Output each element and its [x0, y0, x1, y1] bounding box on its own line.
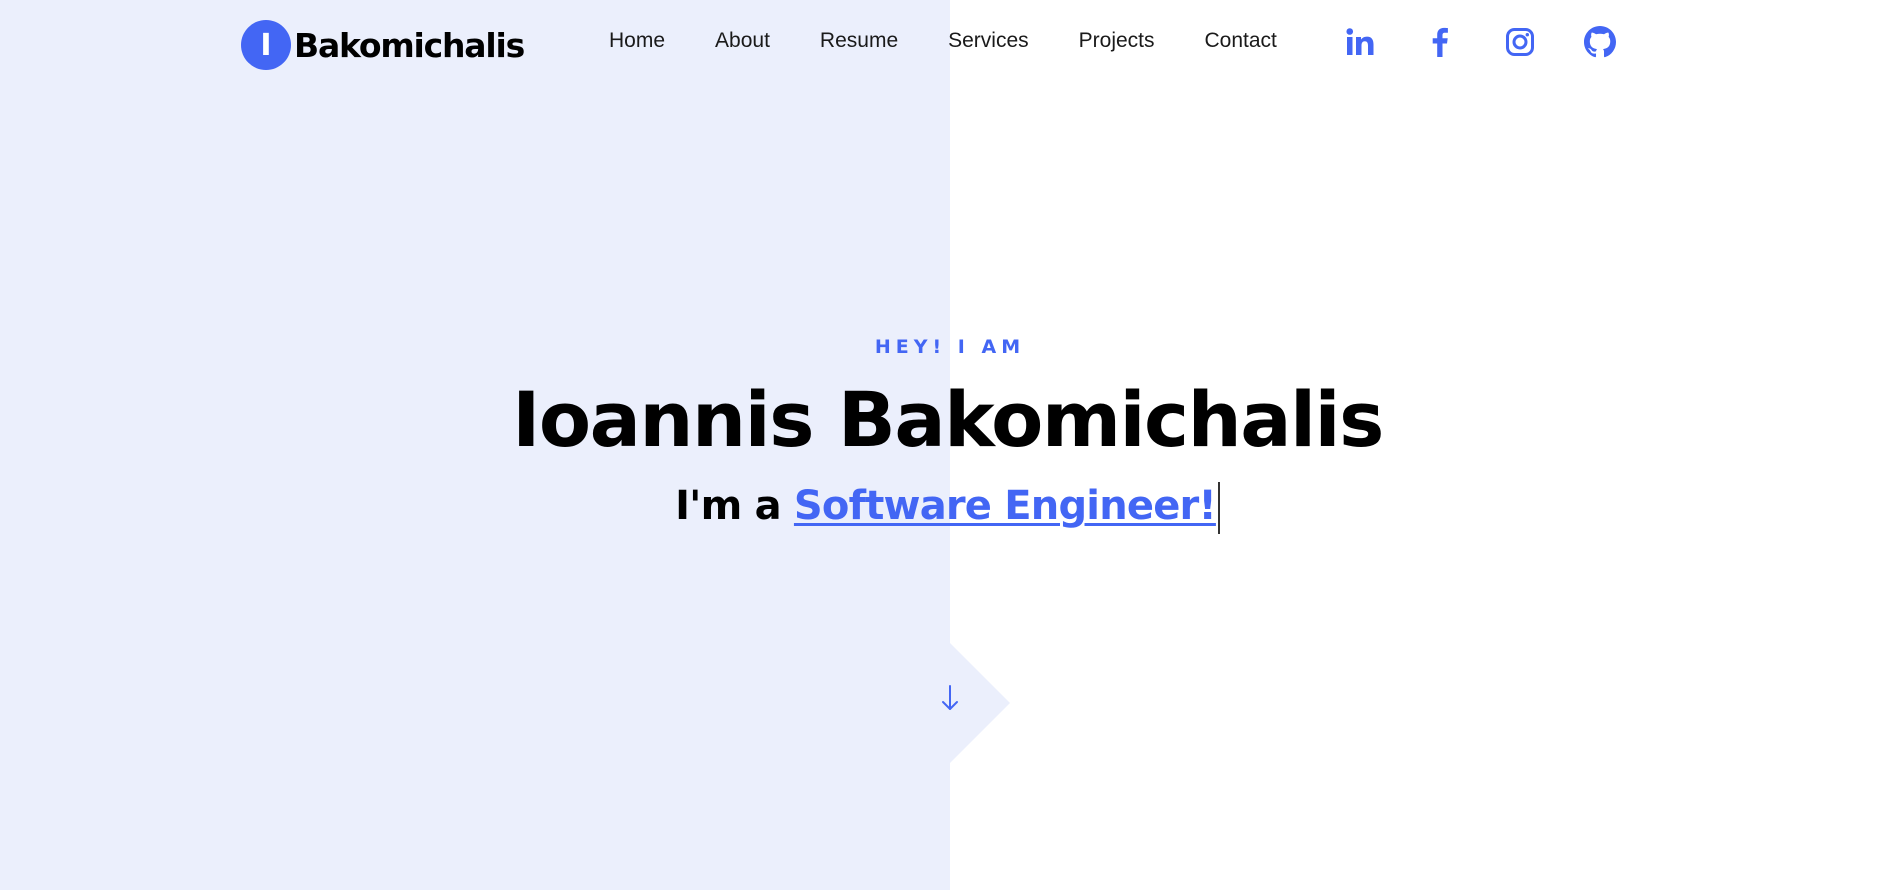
- nav-item-projects[interactable]: Projects: [1079, 26, 1155, 56]
- scroll-down-button[interactable]: [935, 680, 965, 716]
- facebook-link[interactable]: [1420, 22, 1460, 62]
- hero-tagline: I'm a Software Engineer!: [0, 478, 1895, 534]
- tagline-prefix: I'm a: [675, 483, 794, 529]
- instagram-link[interactable]: [1500, 22, 1540, 62]
- main-nav: Home About Resume Services Projects Cont…: [609, 26, 1277, 56]
- nav-item-resume[interactable]: Resume: [820, 26, 898, 56]
- nav-item-home[interactable]: Home: [609, 26, 665, 56]
- site-header: I Bakomichalis Home About Resume Service…: [0, 0, 1895, 84]
- social-links: [1340, 22, 1660, 62]
- nav-item-contact[interactable]: Contact: [1205, 26, 1277, 56]
- logo-badge: I: [241, 20, 291, 70]
- site-logo[interactable]: I Bakomichalis: [241, 20, 525, 70]
- github-icon: [1584, 26, 1616, 58]
- instagram-icon: [1506, 28, 1534, 56]
- nav-item-services[interactable]: Services: [948, 26, 1029, 56]
- typing-cursor: [1217, 482, 1220, 534]
- hero-kicker: HEY! I AM: [874, 336, 1026, 358]
- hero-section: HEY! I AM Ioannis Bakomichalis I'm a Sof…: [0, 332, 1895, 534]
- tagline-role: Software Engineer!: [793, 483, 1217, 529]
- logo-text: Bakomichalis: [294, 25, 525, 65]
- linkedin-link[interactable]: [1340, 22, 1380, 62]
- github-link[interactable]: [1580, 22, 1620, 62]
- linkedin-icon: [1346, 28, 1374, 55]
- facebook-icon: [1432, 27, 1448, 57]
- page: I Bakomichalis Home About Resume Service…: [0, 0, 1895, 890]
- nav-item-about[interactable]: About: [715, 26, 770, 56]
- arrow-down-icon: [942, 685, 958, 710]
- hero-name: Ioannis Bakomichalis: [512, 375, 1384, 464]
